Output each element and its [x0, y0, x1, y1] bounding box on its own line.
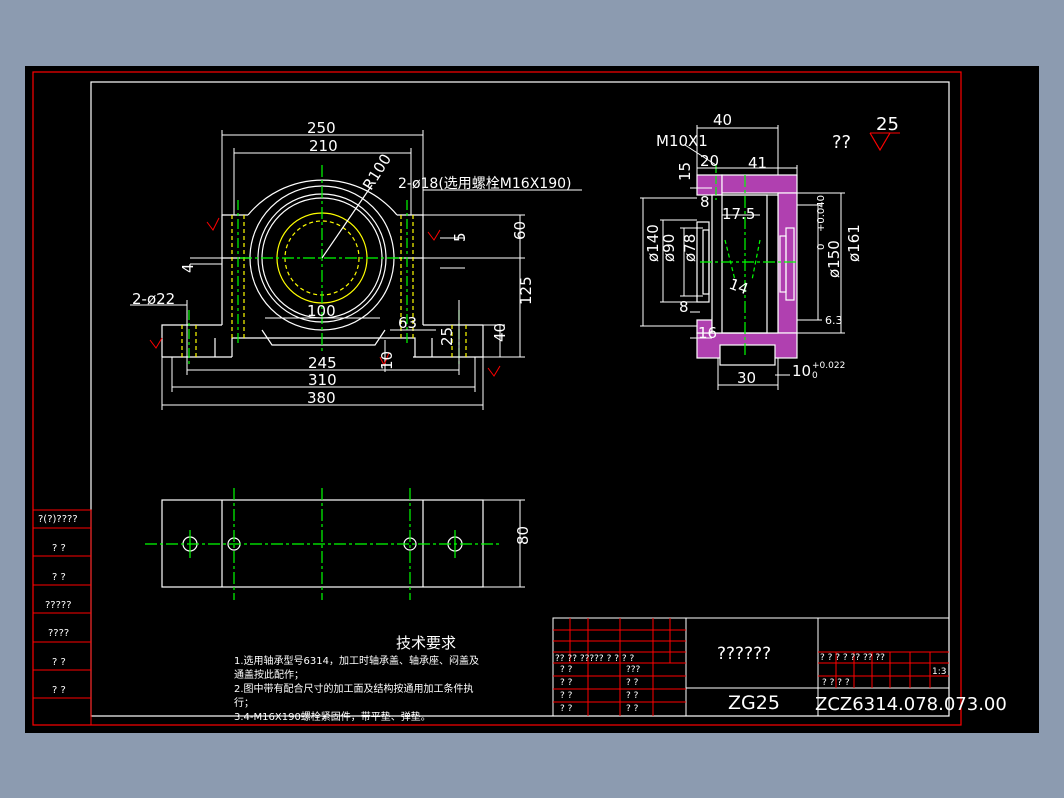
dim-245: 245 [308, 354, 337, 372]
dim-10-tol: 10 [792, 362, 811, 380]
dim-125: 125 [517, 276, 535, 305]
roughness-label: ?? [832, 132, 851, 153]
dim-210: 210 [309, 137, 338, 155]
dim-80: 80 [514, 526, 532, 545]
side-table-row-4: ???? [48, 628, 69, 639]
dim-100: 100 [307, 302, 336, 320]
dim-phi150: ø150 [825, 240, 843, 278]
cad-drawing-canvas[interactable]: 250 210 R100 2-ø18(选用螺栓M16X190) 60 5 4 2… [0, 0, 1064, 798]
drawing-sheet [25, 66, 1039, 733]
tech-req-line-1: 通盖按此配作； [234, 668, 304, 681]
dim-60: 60 [511, 221, 529, 240]
side-table-row-6: ? ? [52, 685, 66, 696]
side-table-row-3: ????? [45, 600, 72, 611]
roughness-value: 25 [876, 114, 899, 135]
dim-63: 63 [398, 314, 417, 332]
section-top [721, 174, 798, 194]
dim-holes-bottom: 2-ø22 [132, 290, 175, 308]
tech-req-line-3: 行； [234, 696, 254, 709]
dim-40: 40 [491, 323, 509, 342]
title-mid-cell-0: ??? [626, 665, 641, 675]
dim-30: 30 [737, 369, 756, 387]
side-table-row-1: ? ? [52, 543, 66, 554]
title-left-cell-1: ? ? [560, 678, 573, 688]
dim-8a: 8 [700, 193, 710, 211]
side-table-row-2: ? ? [52, 572, 66, 583]
scale: 1:3 [932, 667, 946, 677]
dim-10: 10 [378, 351, 396, 370]
dim-tol150: +0.040 [816, 195, 827, 232]
dim-4: 4 [179, 263, 197, 273]
dim-20: 20 [700, 152, 719, 170]
dim-17-5: 17.5 [722, 205, 755, 223]
title-mid-cell-3: ? ? [626, 704, 639, 714]
material: ZG25 [728, 692, 780, 714]
title-mid-cell-1: ? ? [626, 678, 639, 688]
dim-6-3: 6.3 [825, 314, 843, 327]
dim-tol10b: 0 [812, 371, 818, 381]
dim-15: 15 [676, 162, 694, 181]
dim-310: 310 [308, 371, 337, 389]
tech-req-line-2: 2.图中带有配合尺寸的加工面及结构按通用加工条件执 [234, 682, 474, 695]
title-mid-cell-2: ? ? [626, 691, 639, 701]
dim-250: 250 [307, 119, 336, 137]
dim-m10: M10X1 [656, 132, 708, 150]
dim-40-side: 40 [713, 111, 732, 129]
tech-req-line-0: 1.选用轴承型号6314，加工时轴承盖、轴承座、闷盖及 [234, 654, 479, 667]
dim-8b: 8 [679, 298, 689, 316]
dim-phi78: ø78 [681, 234, 699, 262]
title-right-bottom: ? ? ? ? [822, 678, 850, 688]
title-right-header: ? ? ? ? ?? ?? ?? [820, 653, 885, 663]
tech-req-line-4: 3.4-M16X190螺栓紧固件，带平垫、弹垫。 [234, 710, 431, 723]
dim-phi90: ø90 [660, 234, 678, 262]
section-top-left [696, 174, 723, 196]
dim-41: 41 [748, 154, 767, 172]
title-left-cell-3: ? ? [560, 704, 573, 714]
dim-holes-top: 2-ø18(选用螺栓M16X190) [398, 176, 571, 192]
dim-tol150b: 0 [816, 244, 827, 250]
side-table-row-0: ?(?)???? [38, 514, 78, 525]
drawing-code: ZCZ6314.078.073.00 [815, 694, 1007, 715]
title-left-cell-0: ? ? [560, 665, 573, 675]
dim-16: 16 [698, 324, 717, 342]
dim-5: 5 [451, 232, 469, 242]
dim-25: 25 [438, 327, 456, 346]
dim-phi161: ø161 [845, 224, 863, 262]
foot-notch [719, 344, 776, 366]
dim-tol10a: +0.022 [812, 361, 845, 371]
tech-req-title: 技术要求 [396, 634, 456, 652]
dim-380: 380 [307, 389, 336, 407]
title-left-cell-2: ? ? [560, 691, 573, 701]
side-table-row-5: ? ? [52, 657, 66, 668]
title-header-row: ?? ?? ????? ? ? ? ? [555, 654, 634, 664]
drawing-name: ?????? [717, 644, 771, 664]
